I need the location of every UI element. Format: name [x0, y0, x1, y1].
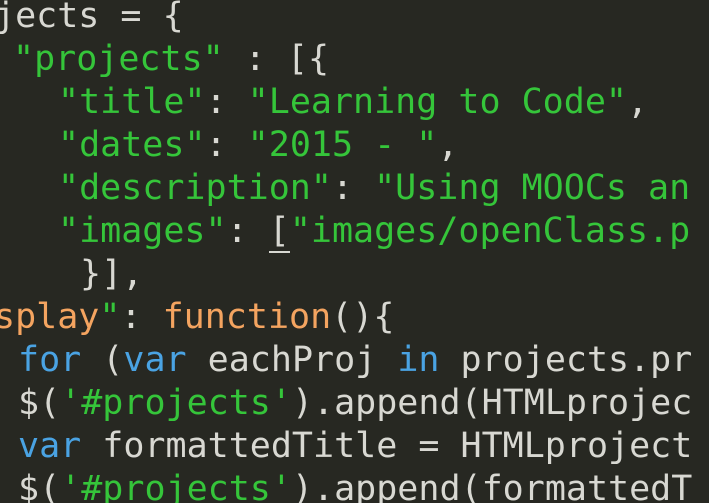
code-token: splay — [0, 297, 100, 337]
code-line[interactable]: "title": "Learning to Code", — [58, 80, 648, 124]
code-token: "Learning to Code" — [247, 82, 627, 122]
code-editor[interactable]: jects = { "projects" : [{ "title": "Lear… — [0, 0, 709, 503]
code-token: $( — [18, 469, 61, 503]
code-line[interactable]: "projects" : [{ — [13, 37, 329, 81]
code-token: function — [162, 297, 332, 337]
code-token: [ — [268, 211, 290, 253]
code-line[interactable]: }], — [80, 252, 143, 296]
code-token: "Using MOOCs an — [374, 168, 691, 208]
code-token: "2015 - " — [247, 125, 438, 165]
code-token: '#projects' — [60, 383, 292, 423]
code-token: ).append(formattedT — [291, 469, 693, 503]
code-token: '#projects' — [60, 469, 292, 503]
code-token: for — [18, 340, 82, 380]
code-token: formattedTitle = HTMLproject — [81, 426, 693, 466]
code-token: "dates" — [58, 125, 206, 165]
code-token: "projects" — [13, 39, 224, 79]
code-token: }], — [80, 254, 144, 294]
code-token: " — [99, 297, 121, 337]
code-token: in — [397, 340, 440, 380]
code-token: : — [331, 168, 375, 208]
code-token: : [{ — [223, 39, 330, 79]
code-token: : — [120, 297, 163, 337]
code-line[interactable]: jects = { — [0, 0, 184, 38]
code-line[interactable]: $('#projects').append(HTMLprojec — [18, 381, 692, 425]
code-token: : — [205, 82, 248, 122]
code-line[interactable]: splay": function(){ — [0, 295, 394, 339]
code-token: : — [205, 125, 248, 165]
code-token: var — [123, 340, 187, 380]
code-token: ).append(HTMLprojec — [291, 383, 693, 423]
code-token: (){ — [331, 297, 395, 337]
code-token: , — [626, 82, 649, 122]
code-token: projects.pr — [439, 340, 693, 380]
code-token: "title" — [58, 82, 206, 122]
code-token: : — [226, 211, 269, 251]
code-line[interactable]: $('#projects').append(formattedT — [18, 467, 692, 503]
code-line[interactable]: var formattedTitle = HTMLproject — [18, 424, 692, 468]
code-token: "images/openClass.p — [289, 211, 691, 251]
code-line[interactable]: "description": "Using MOOCs an — [58, 166, 690, 210]
code-line[interactable]: "images": ["images/openClass.p — [58, 209, 690, 253]
code-token: "description" — [58, 168, 332, 208]
code-line[interactable]: for (var eachProj in projects.pr — [18, 338, 692, 382]
code-token: "images" — [58, 211, 227, 251]
code-token: var — [18, 426, 82, 466]
code-token: ( — [81, 340, 124, 380]
code-token: eachProj — [186, 340, 398, 380]
code-line[interactable]: "dates": "2015 - ", — [58, 123, 458, 167]
code-token: , — [437, 125, 459, 165]
code-token: $( — [18, 383, 61, 423]
code-token: jects = { — [0, 0, 184, 36]
